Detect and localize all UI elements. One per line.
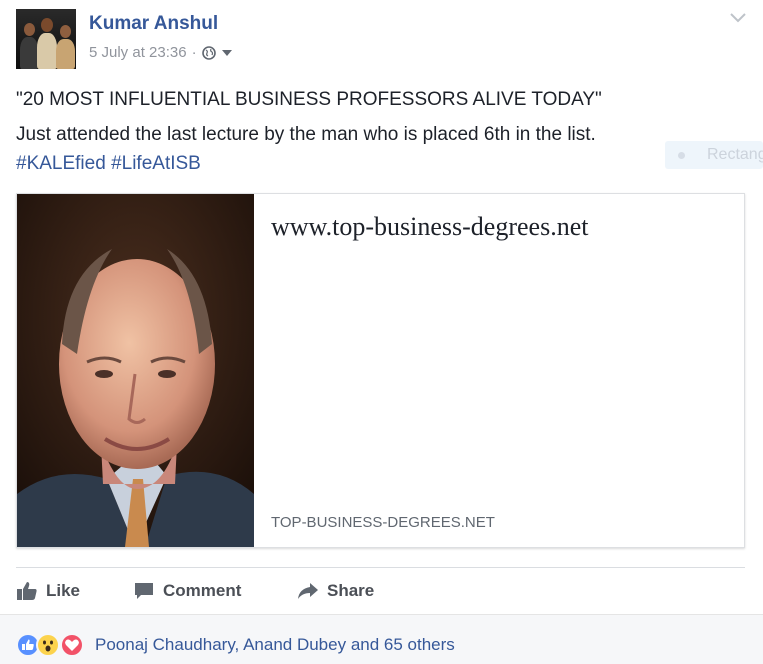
like-button[interactable]: Like: [16, 578, 80, 604]
professor-photo: [17, 194, 254, 547]
reaction-icons[interactable]: [16, 633, 96, 657]
post-meta: 5 July at 23:36 ·: [89, 44, 232, 61]
author-name-link[interactable]: Kumar Anshul: [89, 13, 218, 35]
reactions-summary-link[interactable]: Poonaj Chaudhary, Anand Dubey and 65 oth…: [95, 635, 455, 655]
overlay-tooltip: Rectang: [665, 141, 763, 169]
link-domain: TOP-BUSINESS-DEGREES.NET: [271, 514, 495, 531]
post-text-title: "20 MOST INFLUENTIAL BUSINESS PROFESSORS…: [16, 89, 602, 110]
author-avatar[interactable]: [16, 9, 76, 69]
audience-dropdown-caret-icon[interactable]: [221, 49, 232, 56]
hashtag-link[interactable]: #KALEfied: [16, 153, 106, 174]
overlay-label: Rectang: [707, 146, 763, 163]
hashtag-link[interactable]: #LifeAtISB: [111, 153, 201, 174]
post-options-chevron-icon[interactable]: [729, 12, 747, 24]
comment-button[interactable]: Comment: [133, 578, 241, 604]
comment-label: Comment: [163, 581, 242, 600]
post-text-body: Just attended the last lecture by the ma…: [16, 124, 596, 145]
comment-icon: [135, 583, 153, 599]
timestamp-link[interactable]: 5 July at 23:36: [89, 44, 187, 61]
facebook-post: Kumar Anshul 5 July at 23:36 · "20 MOST …: [0, 0, 763, 664]
share-arrow-icon: [298, 583, 318, 599]
post-hashtags: #KALEfied #LifeAtISB: [16, 153, 201, 175]
actions-divider: [16, 567, 745, 568]
share-button[interactable]: Share: [297, 578, 374, 604]
link-preview-card[interactable]: www.top-business-degrees.net TOP-BUSINES…: [16, 193, 745, 548]
link-title[interactable]: www.top-business-degrees.net: [271, 212, 588, 242]
like-label: Like: [46, 581, 81, 600]
wow-reaction-icon: [36, 633, 60, 657]
share-label: Share: [327, 581, 375, 600]
thumbs-up-icon: [17, 582, 37, 600]
meta-separator: ·: [191, 44, 197, 61]
love-reaction-icon: [60, 633, 84, 657]
globe-icon[interactable]: [201, 45, 216, 60]
reactions-bar: Poonaj Chaudhary, Anand Dubey and 65 oth…: [0, 614, 763, 664]
